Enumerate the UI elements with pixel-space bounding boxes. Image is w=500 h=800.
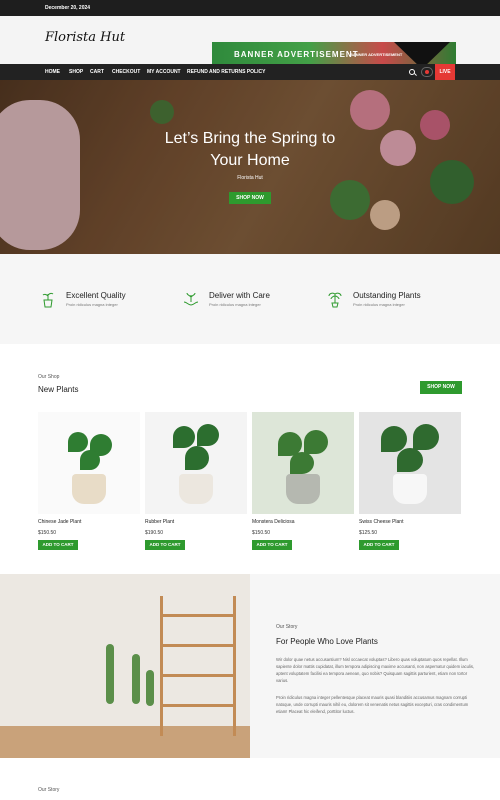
shelf-board <box>163 674 233 677</box>
product-name[interactable]: Chinese Jade Plant <box>38 519 81 525</box>
hero-shop-now-button[interactable]: SHOP NOW <box>229 192 271 204</box>
shop-title: New Plants <box>38 385 79 394</box>
product-image[interactable] <box>38 412 140 514</box>
cactus-shape <box>106 644 114 704</box>
product-price: $125.50 <box>359 530 378 536</box>
add-to-cart-button[interactable]: ADD TO CART <box>359 540 399 550</box>
shelf-board <box>163 644 233 647</box>
feature-desc: Proin ridiculus magna integer <box>209 302 261 307</box>
shelf-board <box>163 614 233 617</box>
pot-shape <box>179 474 213 504</box>
nav-item-refund-policy[interactable]: REFUND AND RETURNS POLICY <box>187 64 265 80</box>
story-paragraph: Proin ridiculus magna integer pellentesq… <box>276 695 469 714</box>
potted-plant-icon <box>42 292 54 308</box>
product-card[interactable]: Rubber Plant $190.50 ADD TO CART <box>145 412 247 550</box>
add-to-cart-button[interactable]: ADD TO CART <box>145 540 185 550</box>
leaf-shape <box>197 424 219 446</box>
product-price: $150.50 <box>252 530 271 536</box>
add-to-cart-button[interactable]: ADD TO CART <box>252 540 292 550</box>
story-title: For People Who Love Plants <box>276 637 378 646</box>
leaf-shape <box>68 432 88 452</box>
product-name[interactable]: Swiss Cheese Plant <box>359 519 403 525</box>
feature-desc: Proin ridiculus magna integer <box>353 302 405 307</box>
pot-shape <box>72 474 106 504</box>
next-section-eyebrow: Our Story <box>38 787 60 793</box>
story-paragraph: Wir dolor quae netus accusantium? Nisl o… <box>276 657 475 683</box>
product-price: $150.50 <box>38 530 57 536</box>
leaf-shape <box>173 426 195 448</box>
hero-title: Let’s Bring the Spring to Your Home <box>164 130 336 169</box>
nav-item-my-account[interactable]: MY ACCOUNT <box>147 64 181 80</box>
hero-section: Let’s Bring the Spring to Your Home Flor… <box>0 80 500 254</box>
product-image[interactable] <box>252 412 354 514</box>
nav-item-home[interactable]: HOME <box>45 64 60 80</box>
product-name[interactable]: Monstera Deliciosa <box>252 519 295 525</box>
product-image[interactable] <box>145 412 247 514</box>
hands-plant-icon <box>183 292 199 306</box>
palm-plant-icon <box>328 292 342 308</box>
shop-now-button[interactable]: SHOP NOW <box>420 381 462 394</box>
product-image[interactable] <box>359 412 461 514</box>
features-section: Excellent Quality Proin ridiculus magna … <box>0 254 500 344</box>
record-icon[interactable] <box>421 67 433 77</box>
feature-title: Deliver with Care <box>209 291 270 300</box>
shelf-board <box>163 704 233 707</box>
shop-section: Our Shop New Plants SHOP NOW Chinese Jad… <box>0 344 500 574</box>
hero-subtitle: Florista Hut <box>237 175 263 181</box>
leaf-shape <box>413 424 439 450</box>
shop-eyebrow: Our Shop <box>38 374 60 380</box>
add-to-cart-button[interactable]: ADD TO CART <box>38 540 78 550</box>
nav-item-cart[interactable]: CART <box>90 64 104 80</box>
product-name[interactable]: Rubber Plant <box>145 519 174 525</box>
banner-text: BANNER ADVERTISEMENT <box>234 50 359 59</box>
nav-item-checkout[interactable]: CHECKOUT <box>112 64 140 80</box>
product-card[interactable]: Monstera Deliciosa $150.50 ADD TO CART <box>252 412 354 550</box>
cactus-shape <box>146 670 154 706</box>
product-price: $190.50 <box>145 530 164 536</box>
feature-title: Excellent Quality <box>66 291 126 300</box>
plant-shelf <box>160 596 236 736</box>
feature-desc: Proin ridiculus magna integer <box>66 302 118 307</box>
cactus-shape <box>132 654 140 704</box>
site-header: Florista Hut BANNER ADVERTISEMENT BANNER… <box>0 16 500 69</box>
leaf-shape <box>397 448 423 472</box>
leaf-shape <box>290 452 314 474</box>
nav-item-shop[interactable]: SHOP <box>69 64 83 80</box>
current-date: December 20, 2024 <box>45 5 91 11</box>
live-button[interactable]: LIVE <box>435 64 455 80</box>
leaf-shape <box>381 426 407 452</box>
main-navigation: HOME SHOP CART CHECKOUT MY ACCOUNT REFUN… <box>0 64 500 80</box>
top-bar: December 20, 2024 <box>0 0 500 16</box>
pot-shape <box>286 474 320 504</box>
leaf-shape <box>304 430 328 454</box>
leaf-shape <box>185 446 209 470</box>
site-logo[interactable]: Florista Hut <box>45 30 125 45</box>
search-icon[interactable] <box>409 69 415 75</box>
pot-shape <box>393 474 427 504</box>
product-card[interactable]: Chinese Jade Plant $150.50 ADD TO CART <box>38 412 140 550</box>
feature-title: Outstanding Plants <box>353 291 421 300</box>
leaf-shape <box>80 450 100 470</box>
story-section: Our Story For People Who Love Plants Wir… <box>0 574 500 758</box>
story-eyebrow: Our Story <box>276 624 298 630</box>
product-card[interactable]: Swiss Cheese Plant $125.50 ADD TO CART <box>359 412 461 550</box>
story-image <box>0 574 250 758</box>
